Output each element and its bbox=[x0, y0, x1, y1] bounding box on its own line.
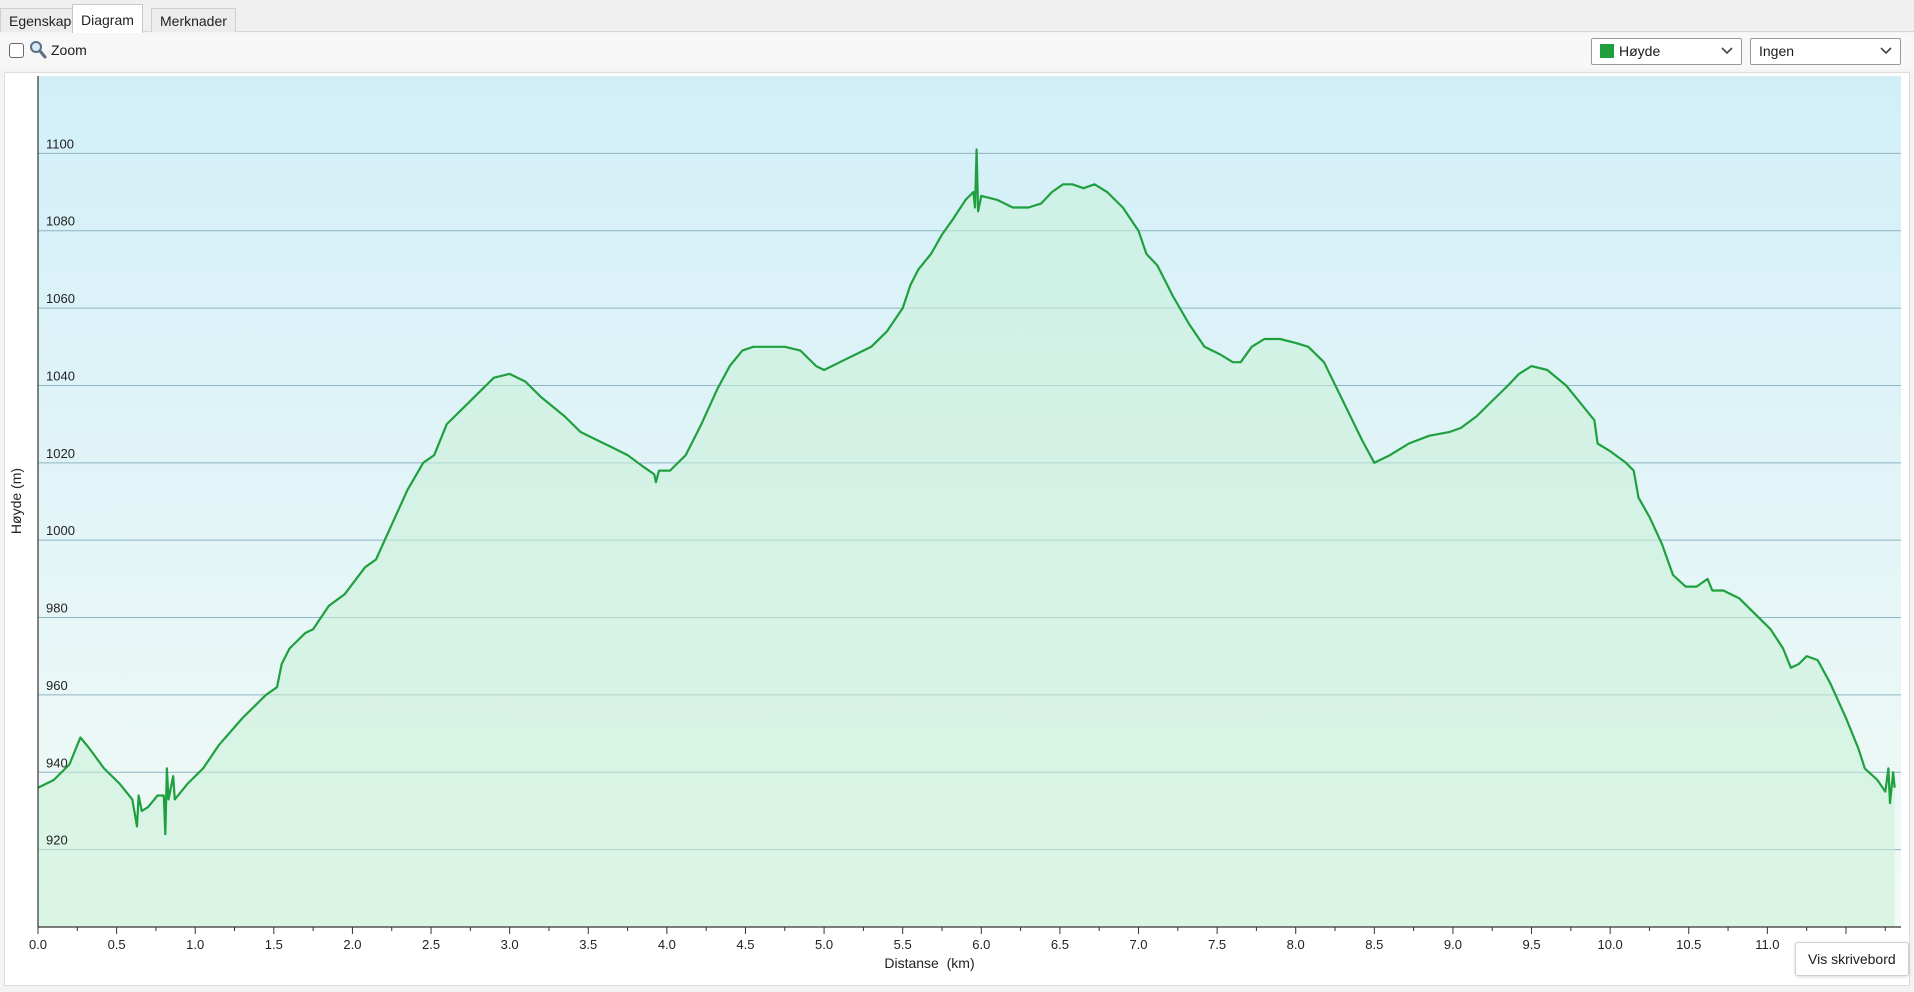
zoom-label: Zoom bbox=[51, 42, 87, 58]
y-tick-label: 920 bbox=[46, 833, 68, 848]
x-tick-label: 5.0 bbox=[815, 937, 833, 952]
x-tick-label: 8.0 bbox=[1287, 937, 1305, 952]
y-tick-label: 960 bbox=[46, 678, 68, 693]
series-color-swatch bbox=[1600, 44, 1614, 58]
zoom-checkbox[interactable] bbox=[9, 43, 24, 58]
tab-diagram[interactable]: Diagram bbox=[72, 4, 143, 33]
x-tick-label: 9.0 bbox=[1444, 937, 1462, 952]
magnifier-icon bbox=[30, 41, 47, 59]
y-tick-label: 1040 bbox=[46, 368, 75, 383]
x-tick-label: 0.0 bbox=[29, 937, 47, 952]
x-tick-label: 10.5 bbox=[1676, 937, 1701, 952]
series-select[interactable]: Høyde bbox=[1591, 38, 1742, 65]
elevation-chart[interactable]: 920 940 960 980 1000 1020 1040 1060 1080 1100 0.0 0… bbox=[5, 73, 1911, 987]
chart-frame: 920 940 960 980 1000 1020 1040 1060 1080 1100 0.0 0… bbox=[4, 72, 1910, 986]
x-tick-label: 1.5 bbox=[265, 937, 283, 952]
x-tick-label: 4.0 bbox=[658, 937, 676, 952]
secondary-series-select[interactable]: Ingen bbox=[1750, 38, 1901, 65]
x-tick-label: 3.0 bbox=[501, 937, 519, 952]
y-tick-label: 1000 bbox=[46, 523, 75, 538]
x-tick-label: 9.5 bbox=[1523, 937, 1541, 952]
x-tick-label: 6.0 bbox=[972, 937, 990, 952]
x-tick-label: 2.0 bbox=[343, 937, 361, 952]
x-tick-label: 8.5 bbox=[1365, 937, 1383, 952]
chevron-down-icon bbox=[1880, 47, 1892, 55]
y-tick-label: 980 bbox=[46, 601, 68, 616]
series-select-value: Høyde bbox=[1619, 43, 1661, 59]
chevron-down-icon bbox=[1721, 47, 1733, 55]
x-tick-label: 1.0 bbox=[186, 937, 204, 952]
x-tick-label: 5.5 bbox=[894, 937, 912, 952]
x-axis-label: Distanse (km) bbox=[884, 955, 974, 971]
x-tick-label: 0.5 bbox=[108, 937, 126, 952]
x-tick-label: 7.0 bbox=[1129, 937, 1147, 952]
tab-merknader[interactable]: Merknader bbox=[151, 8, 236, 32]
x-tick-label: 2.5 bbox=[422, 937, 440, 952]
x-tick-label: 10.0 bbox=[1597, 937, 1622, 952]
x-tick-label: 6.5 bbox=[1051, 937, 1069, 952]
y-tick-label: 940 bbox=[46, 755, 68, 770]
y-tick-label: 1020 bbox=[46, 446, 75, 461]
x-tick-label: 4.5 bbox=[736, 937, 754, 952]
show-desktop-tooltip: Vis skrivebord bbox=[1795, 942, 1909, 976]
y-tick-label: 1100 bbox=[46, 136, 74, 151]
x-tick-label: 11.0 bbox=[1755, 937, 1779, 952]
secondary-select-value: Ingen bbox=[1759, 43, 1795, 59]
x-tick-label: 3.5 bbox=[579, 937, 597, 952]
x-tick-label: 7.5 bbox=[1208, 937, 1226, 952]
tab-bar: Egenskaper Diagram Merknader bbox=[0, 0, 1914, 33]
y-axis-label: Høyde (m) bbox=[8, 468, 24, 534]
y-tick-label: 1080 bbox=[46, 214, 75, 229]
y-tick-label: 1060 bbox=[46, 291, 75, 306]
